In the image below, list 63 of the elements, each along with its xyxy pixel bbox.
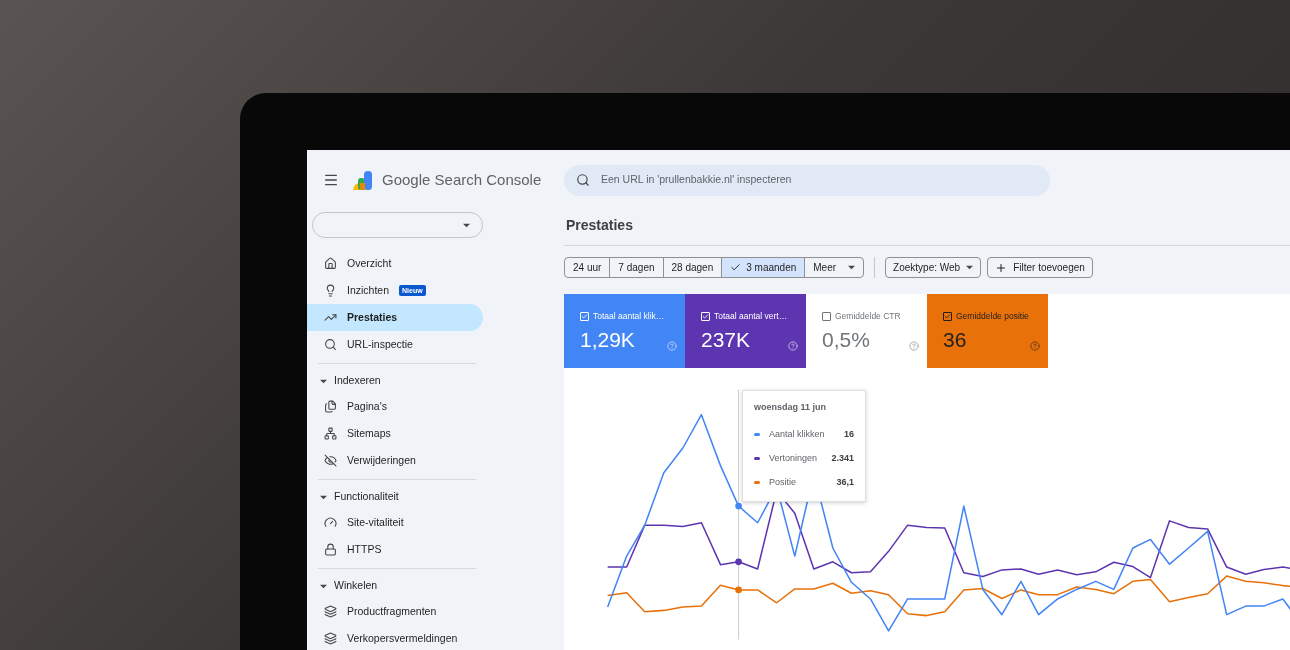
sidebar-item[interactable]: Pagina's <box>307 393 483 420</box>
tooltip-value: 2.341 <box>831 451 854 465</box>
tooltip-value: 16 <box>844 427 854 441</box>
date-range-chip[interactable]: 3 maanden <box>722 258 806 277</box>
hover-dot <box>735 586 742 594</box>
sidebar-item[interactable]: Overzicht <box>307 250 483 277</box>
nav-icon <box>324 632 337 645</box>
sidebar-item[interactable]: Verwijderingen <box>307 447 483 474</box>
tooltip-label: Aantal klikken <box>769 427 826 441</box>
section-header[interactable]: Functionaliteit <box>307 485 557 509</box>
sidebar-item[interactable]: Prestaties <box>307 304 483 331</box>
date-range-chip[interactable]: 24 uur <box>565 258 611 277</box>
nav-icon <box>324 284 337 297</box>
check-icon <box>730 262 742 273</box>
tooltip-value: 36,1 <box>836 475 854 489</box>
sidebar-item[interactable]: URL-inspectie <box>307 331 483 358</box>
section-header[interactable]: Winkelen <box>307 574 557 598</box>
nav-icon <box>324 516 337 529</box>
product-name: Google Search Console <box>382 169 542 190</box>
menu-icon[interactable] <box>323 172 339 188</box>
help-icon[interactable] <box>1030 340 1040 351</box>
filter-dropdown[interactable]: Zoektype: Web <box>885 257 982 278</box>
search-input[interactable]: Een URL in 'prullenbakkie.nl' inspecteren <box>601 172 1041 188</box>
date-range-chip[interactable]: 7 dagen <box>610 258 664 277</box>
unchecked-checkbox[interactable] <box>822 311 831 321</box>
caret-icon <box>320 582 327 590</box>
checked-checkbox[interactable] <box>943 311 952 321</box>
metric-value: 237K <box>701 326 751 353</box>
sidebar-item[interactable]: HTTPS <box>307 536 483 563</box>
search-field[interactable]: Een URL in 'prullenbakkie.nl' inspecteren <box>564 164 1050 196</box>
sidebar-item[interactable]: Productfragmenten <box>307 598 483 625</box>
hover-dot <box>735 502 742 510</box>
search-icon <box>576 173 590 187</box>
caret-icon <box>320 493 327 501</box>
nav-icon <box>324 427 337 440</box>
metric-value: 1,29K <box>580 326 635 353</box>
metric-card[interactable]: Gemiddelde positie 36 <box>927 294 1048 368</box>
caret-icon <box>966 264 974 271</box>
nav-icon <box>324 543 337 556</box>
add-filter-button[interactable]: Filter toevoegen <box>987 257 1093 278</box>
tooltip-label: Vertoningen <box>769 451 819 465</box>
tooltip-label: Positie <box>769 475 797 489</box>
section-header[interactable]: Indexeren <box>307 369 557 393</box>
nav-icon <box>324 338 337 351</box>
tooltip-date: woensdag 11 jun <box>754 401 828 414</box>
metric-value: 0,5% <box>822 326 870 353</box>
sidebar-item[interactable]: Sitemaps <box>307 420 483 447</box>
nav-icon <box>324 605 337 618</box>
more-dropdown[interactable]: Meer <box>805 258 864 277</box>
nav-icon <box>324 311 337 324</box>
caret-icon <box>320 377 327 385</box>
metric-value: 36 <box>943 326 967 353</box>
page-title: Prestaties <box>566 215 633 235</box>
hover-dot <box>735 558 742 566</box>
nav-icon <box>324 454 337 467</box>
dropdown-caret-icon <box>463 221 470 229</box>
sidebar-item[interactable]: Site-vitaliteit <box>307 509 483 536</box>
sidebar-item[interactable]: Verkopersvermeldingen <box>307 625 483 650</box>
plus-icon <box>995 261 1008 274</box>
nav-icon <box>324 400 337 413</box>
caret-icon <box>848 264 856 271</box>
metric-card[interactable]: Gemiddelde CTR 0,5% <box>806 294 927 368</box>
nav-icon <box>324 257 337 270</box>
